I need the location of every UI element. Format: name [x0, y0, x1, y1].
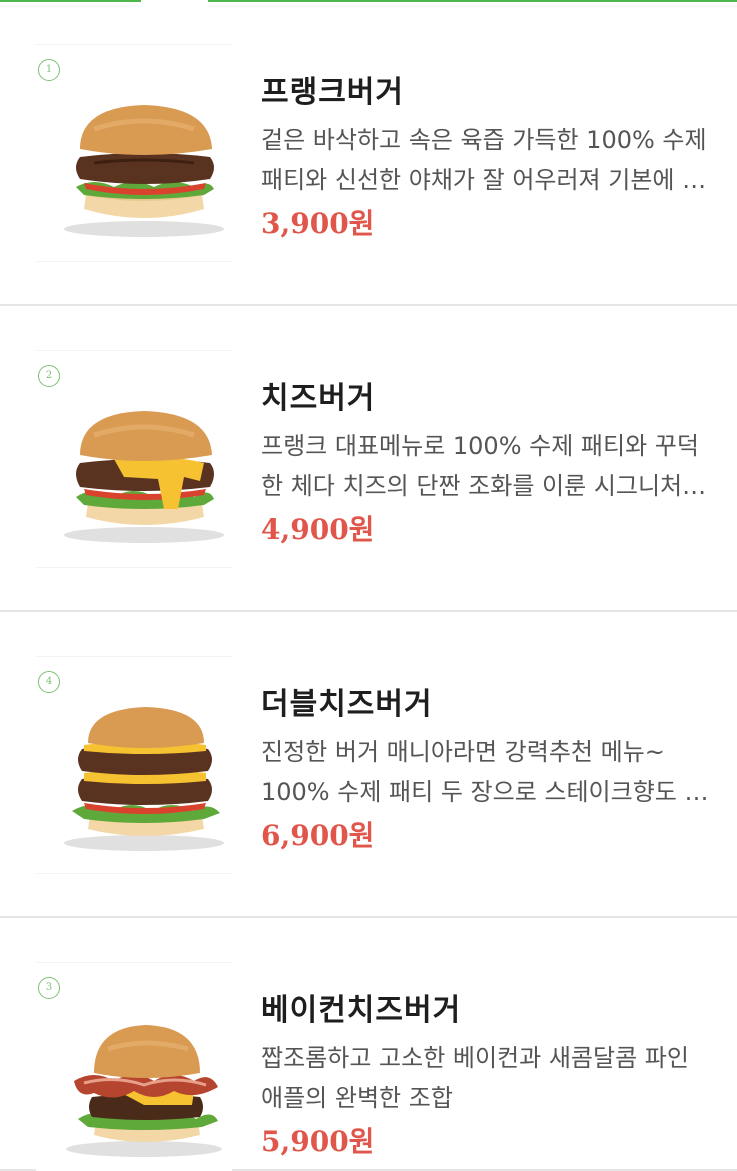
menu-thumbnail: 4: [36, 656, 232, 874]
menu-item-price: 6,900원: [261, 819, 375, 852]
menu-item-price: 3,900원: [261, 207, 375, 240]
double-cheeseburger-image: [64, 707, 224, 851]
menu-item-description: 진정한 버거 매니아라면 강력추천 메뉴~ 100% 수제 패티 두 장으로 스…: [261, 738, 707, 806]
menu-item-name: 더블치즈버거: [261, 687, 433, 722]
menu-item[interactable]: 1 프랭크버거 겉은 바삭하고 속은 육즙 가득한 100% 수제패티와 신선한…: [0, 0, 737, 306]
menu-thumbnail: 3: [36, 962, 232, 1171]
menu-list: 1 프랭크버거 겉은 바삭하고 속은 육즙 가득한 100% 수제패티와 신선한…: [0, 0, 737, 1171]
menu-thumbnail: 1: [36, 44, 232, 262]
menu-item-description: 프랭크 대표메뉴로 100% 수제 패티와 꾸덕한 체다 치즈의 단짠 조화를 …: [261, 432, 699, 500]
rank-badge: 4: [38, 671, 60, 693]
rank-badge: 3: [38, 977, 60, 999]
menu-item[interactable]: 2 치즈버거 프랭크 대표메뉴로 100% 수제 패티와 꾸덕한 체다 치즈의 …: [0, 306, 737, 612]
cheeseburger-image: [64, 411, 224, 543]
hamburger-image: [64, 105, 224, 237]
menu-item-description: 짭조롬하고 고소한 베이컨과 새콤달콤 파인애플의 완벽한 조합: [261, 1044, 689, 1112]
rank-badge: 1: [38, 59, 60, 81]
menu-item-name: 프랭크버거: [261, 75, 404, 110]
menu-item-name: 치즈버거: [261, 381, 376, 416]
menu-item[interactable]: 3 베이컨치즈버거 짭조롬하고 고소한 베이컨과 새콤달콤 파인애플의 완벽한 …: [0, 918, 737, 1171]
menu-item-description: 겉은 바삭하고 속은 육즙 가득한 100% 수제패티와 신선한 야채가 잘 어…: [261, 126, 707, 194]
menu-thumbnail: 2: [36, 350, 232, 568]
menu-item-price: 4,900원: [261, 513, 375, 546]
bacon-cheeseburger-image: [66, 1025, 222, 1157]
rank-badge: 2: [38, 365, 60, 387]
menu-item-name: 베이컨치즈버거: [261, 993, 462, 1028]
menu-item-price: 5,900원: [261, 1125, 375, 1158]
menu-item[interactable]: 4 더블치즈버거 진정한 버거 매니아라면 강력추천 메뉴~ 100% 수제 패…: [0, 612, 737, 918]
